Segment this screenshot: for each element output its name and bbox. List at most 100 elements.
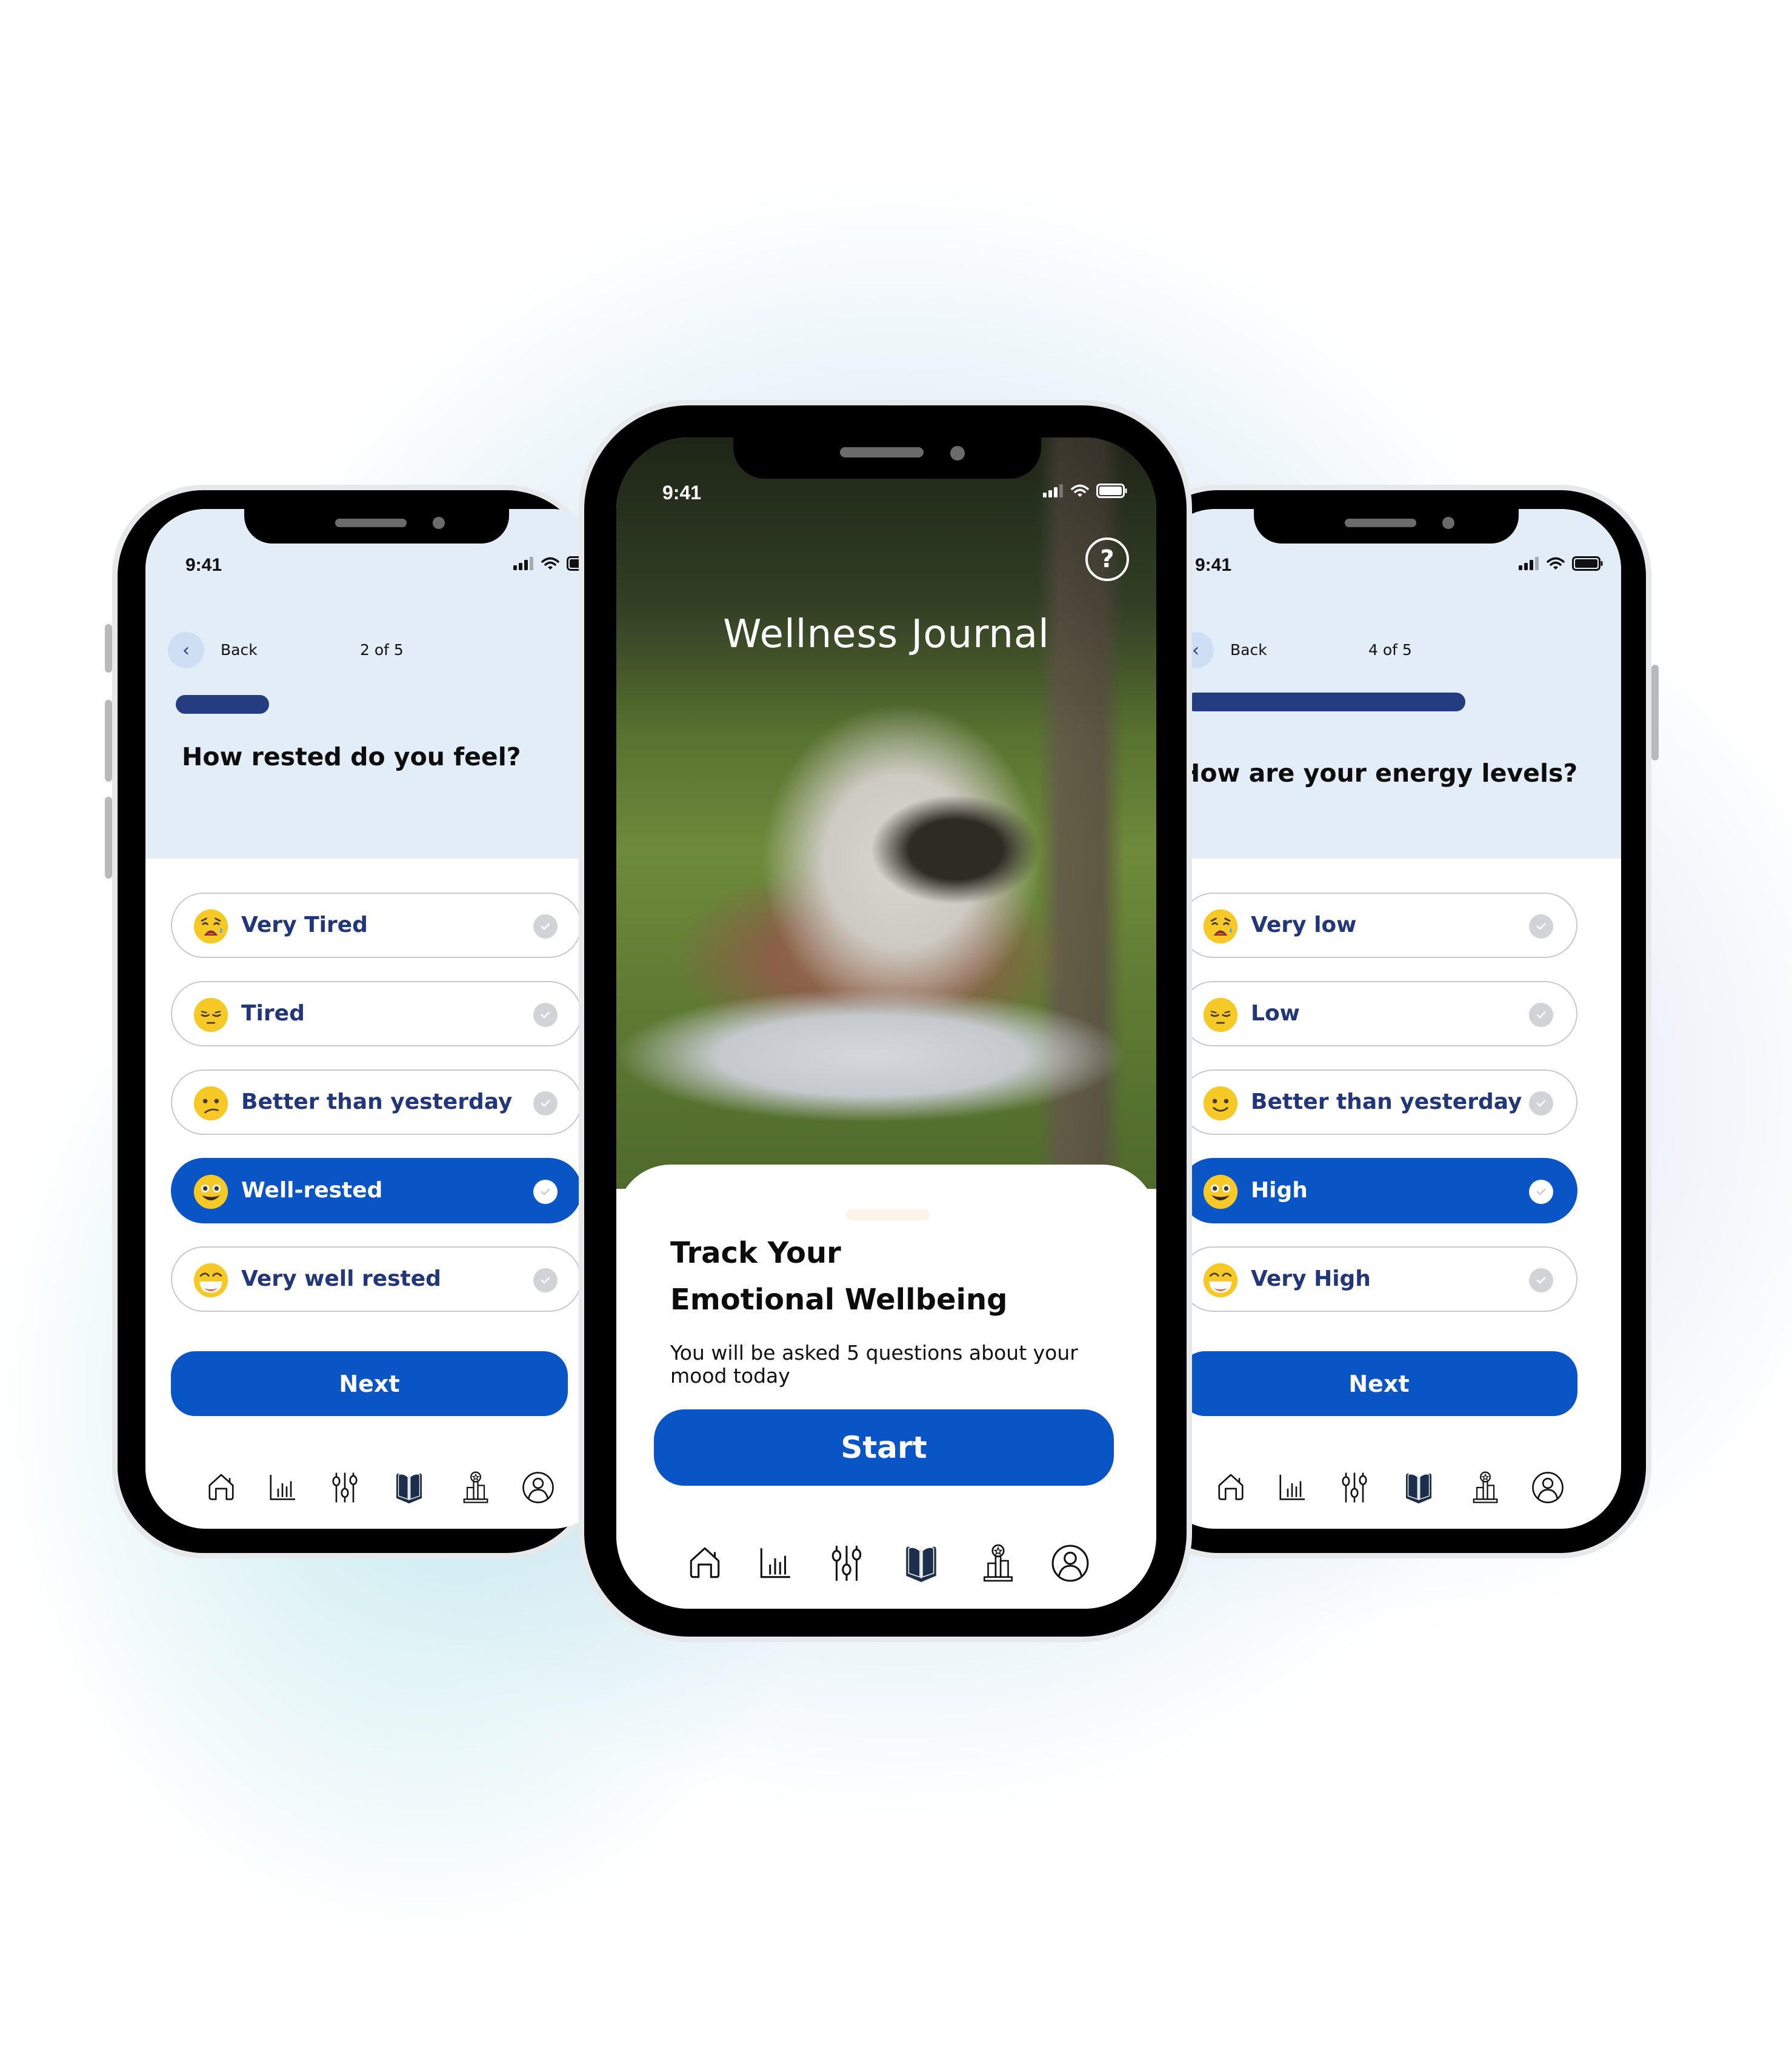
nav-achievements[interactable] (979, 1540, 1018, 1589)
answer-option[interactable]: Better than yesterday (171, 1069, 582, 1135)
user-circle-icon (521, 1471, 555, 1507)
check-circle-icon[interactable] (1529, 1091, 1553, 1116)
next-button[interactable]: Next (171, 1351, 568, 1416)
answer-options: Very Tired Tired Better than yesterday Well… (171, 893, 582, 1329)
podium-award-icon (978, 1543, 1018, 1586)
answer-option[interactable]: Very low (1181, 893, 1577, 958)
check-circle-icon[interactable] (1529, 1003, 1553, 1027)
nav-profile[interactable] (1051, 1540, 1090, 1589)
user-circle-icon (1531, 1471, 1565, 1507)
card-subtitle: You will be asked 5 questions about your… (670, 1341, 1078, 1388)
back-button[interactable]: ‹ (168, 632, 204, 668)
nav-home[interactable] (202, 1468, 241, 1510)
answer-option[interactable]: Better than yesterday (1181, 1069, 1577, 1135)
speaker (335, 519, 407, 527)
sliders-icon (827, 1543, 867, 1586)
home-icon (204, 1471, 238, 1507)
wifi-icon (1071, 484, 1089, 497)
progress-fill (1185, 693, 1466, 711)
check-circle-icon[interactable] (1529, 914, 1553, 939)
check-circle-icon[interactable] (533, 1268, 558, 1292)
confused-face-emoji-icon (193, 1085, 229, 1122)
volume-up-button (105, 700, 112, 782)
option-label: Tired (241, 1001, 305, 1026)
check-circle-icon[interactable] (533, 1003, 558, 1027)
progress-bar (176, 695, 582, 714)
signal-icon (513, 557, 533, 570)
nav-stats[interactable] (263, 1468, 302, 1510)
nav-adjust[interactable] (827, 1540, 866, 1589)
status-time: 9:41 (662, 482, 702, 504)
nav-home[interactable] (1211, 1468, 1250, 1510)
nav-stats[interactable] (756, 1540, 794, 1589)
intro-card: Track Your Emotional Wellbeing You will … (616, 1165, 1156, 1609)
nav-home[interactable] (685, 1540, 724, 1589)
progress-bar (1185, 693, 1591, 711)
bar-chart-icon (755, 1543, 795, 1586)
signal-icon (1519, 557, 1539, 570)
back-label[interactable]: Back (1230, 641, 1267, 659)
bar-chart-icon (1275, 1471, 1309, 1507)
nav-stats[interactable] (1273, 1468, 1311, 1510)
answer-option[interactable]: Well-rested (171, 1158, 582, 1223)
wifi-icon (1547, 557, 1565, 570)
nav-profile[interactable] (519, 1468, 558, 1510)
wifi-icon (541, 557, 559, 570)
answer-option[interactable]: Very High (1181, 1246, 1577, 1312)
check-circle-icon[interactable] (1529, 1180, 1553, 1204)
nav-profile[interactable] (1528, 1468, 1567, 1510)
book-icon (392, 1471, 426, 1507)
nav-achievements[interactable] (1466, 1468, 1505, 1510)
check-circle-icon[interactable] (533, 1091, 558, 1116)
question-screen-energy: 9:41 ‹ Back 4 of 5 How are your energy l… (1155, 509, 1621, 1529)
answer-option[interactable]: Very well rested (171, 1246, 582, 1312)
nav-journal[interactable] (1399, 1468, 1438, 1510)
welcome-screen: 9:41 ? Wellness Journal Track Your Emoti… (616, 437, 1156, 1609)
front-camera (950, 446, 965, 461)
home-icon (1214, 1471, 1248, 1507)
speaker (840, 447, 924, 457)
check-circle-icon[interactable] (533, 1180, 558, 1204)
answer-options: Very low Low Better than yesterday High Very… (1181, 893, 1577, 1329)
status-time: 9:41 (1195, 555, 1232, 575)
nav-journal[interactable] (902, 1540, 941, 1589)
answer-option[interactable]: Very Tired (171, 893, 582, 958)
nav-adjust[interactable] (1335, 1468, 1374, 1510)
drag-handle[interactable] (846, 1209, 930, 1220)
start-button[interactable]: Start (654, 1409, 1114, 1486)
option-label: Better than yesterday (241, 1089, 513, 1114)
answer-option[interactable]: Low (1181, 981, 1577, 1046)
left-phone: 9:41 ‹ Back 2 of 5 How rested do you fee… (105, 485, 612, 1558)
help-button[interactable]: ? (1085, 537, 1129, 581)
status-time: 9:41 (185, 555, 222, 575)
step-counter: 2 of 5 (360, 641, 404, 659)
next-button[interactable]: Next (1181, 1351, 1577, 1416)
nav-adjust[interactable] (325, 1468, 364, 1510)
notch (1254, 509, 1519, 544)
chevron-left-icon: ‹ (182, 639, 190, 661)
question-screen-rest: 9:41 ‹ Back 2 of 5 How rested do you fee… (145, 509, 612, 1529)
answer-option[interactable]: High (1181, 1158, 1577, 1223)
check-circle-icon[interactable] (1529, 1268, 1553, 1292)
nav-achievements[interactable] (456, 1468, 495, 1510)
back-label[interactable]: Back (221, 641, 258, 659)
notch (244, 509, 509, 544)
question-text: How rested do you feel? (182, 742, 521, 771)
nav-journal[interactable] (390, 1468, 428, 1510)
answer-option[interactable]: Tired (171, 981, 582, 1046)
option-label: Very Tired (241, 913, 368, 937)
laughing-face-emoji-icon (193, 1262, 229, 1298)
signal-icon (1043, 484, 1063, 497)
option-label: Low (1251, 1001, 1300, 1026)
battery-icon (1096, 484, 1127, 498)
app-title: Wellness Journal (723, 612, 1050, 657)
book-icon (901, 1543, 941, 1586)
power-button (1651, 665, 1659, 760)
check-circle-icon[interactable] (533, 914, 558, 939)
center-phone: 9:41 ? Wellness Journal Track Your Emoti… (579, 400, 1192, 1642)
question-mark-icon: ? (1100, 545, 1114, 573)
right-phone: 9:41 ‹ Back 4 of 5 How are your energy l… (1127, 485, 1659, 1558)
status-icons (1043, 484, 1128, 498)
option-label: Very well rested (241, 1266, 441, 1291)
silent-switch (105, 624, 112, 673)
